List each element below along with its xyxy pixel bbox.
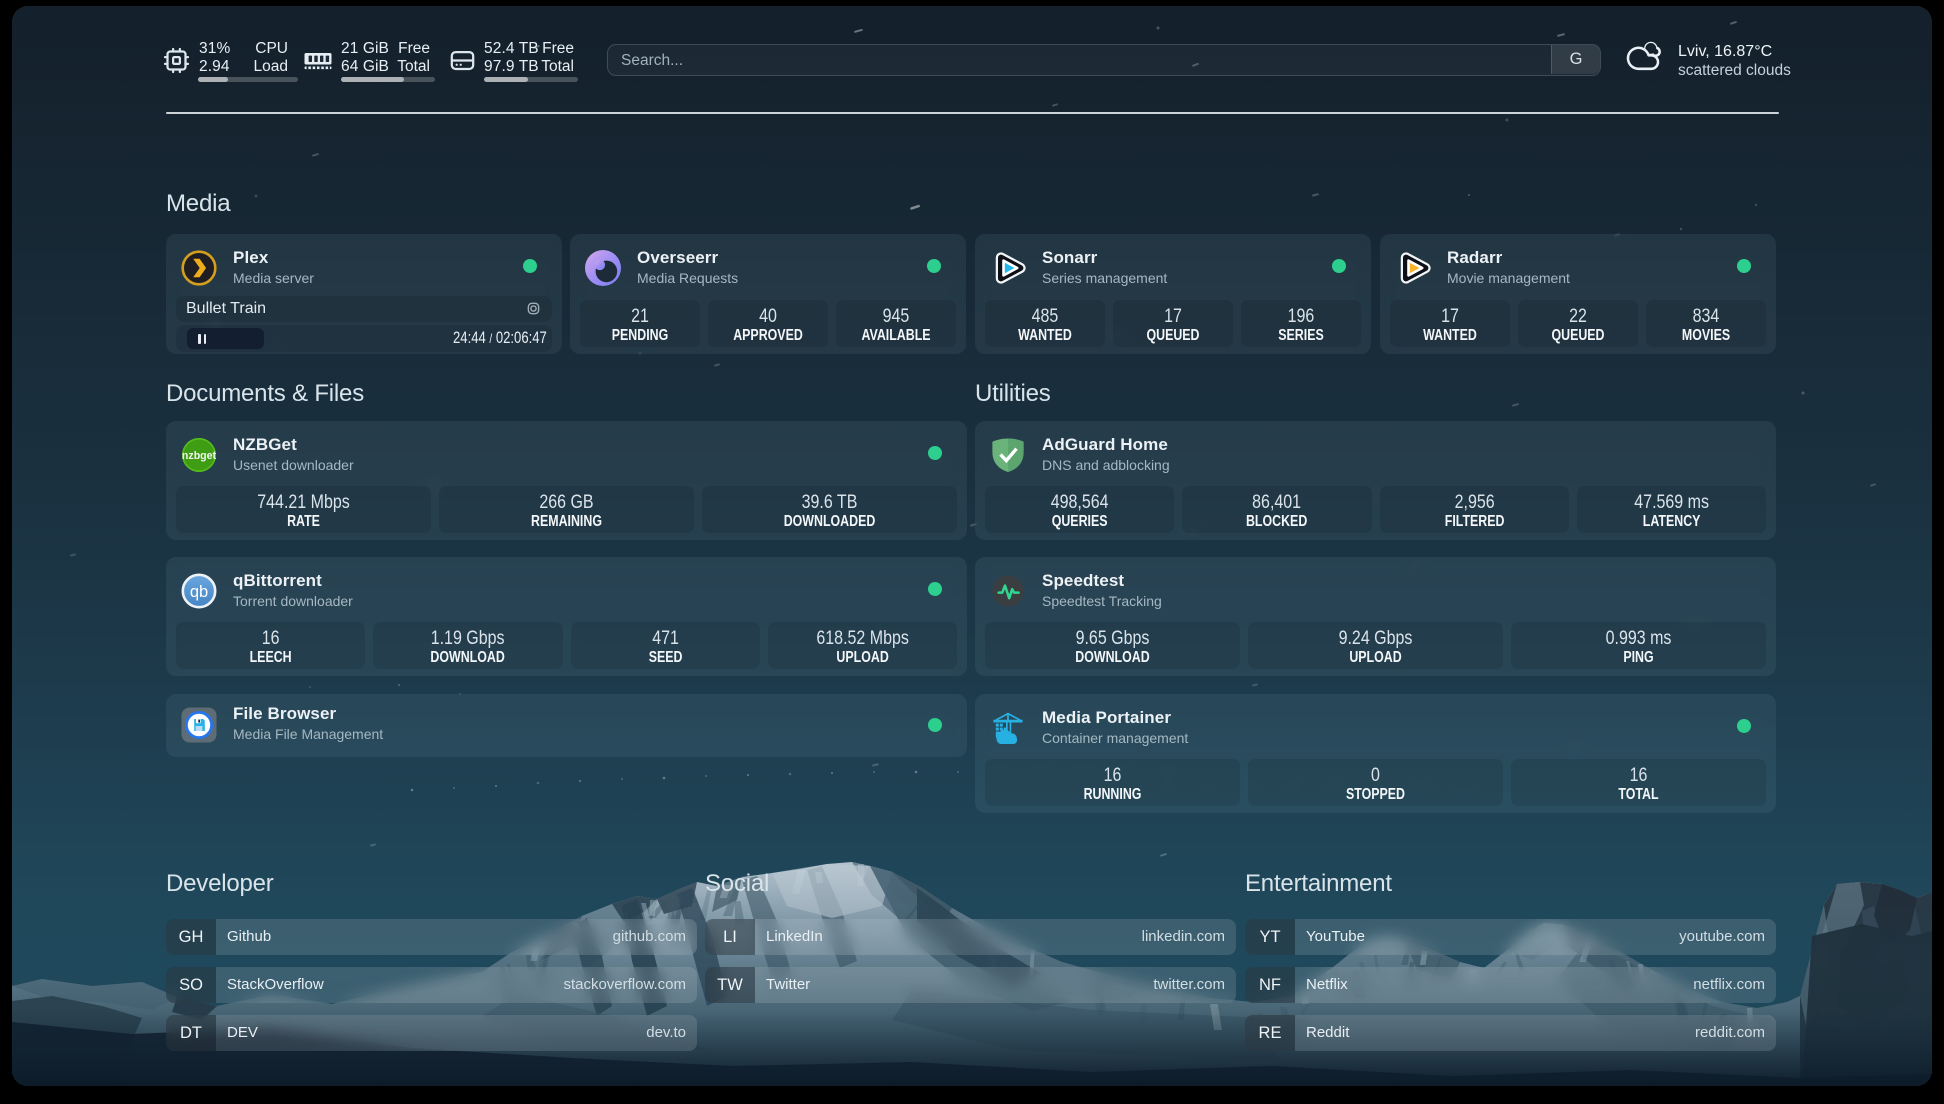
svg-text:nzbget: nzbget <box>182 450 217 462</box>
svg-text:qb: qb <box>190 583 208 601</box>
